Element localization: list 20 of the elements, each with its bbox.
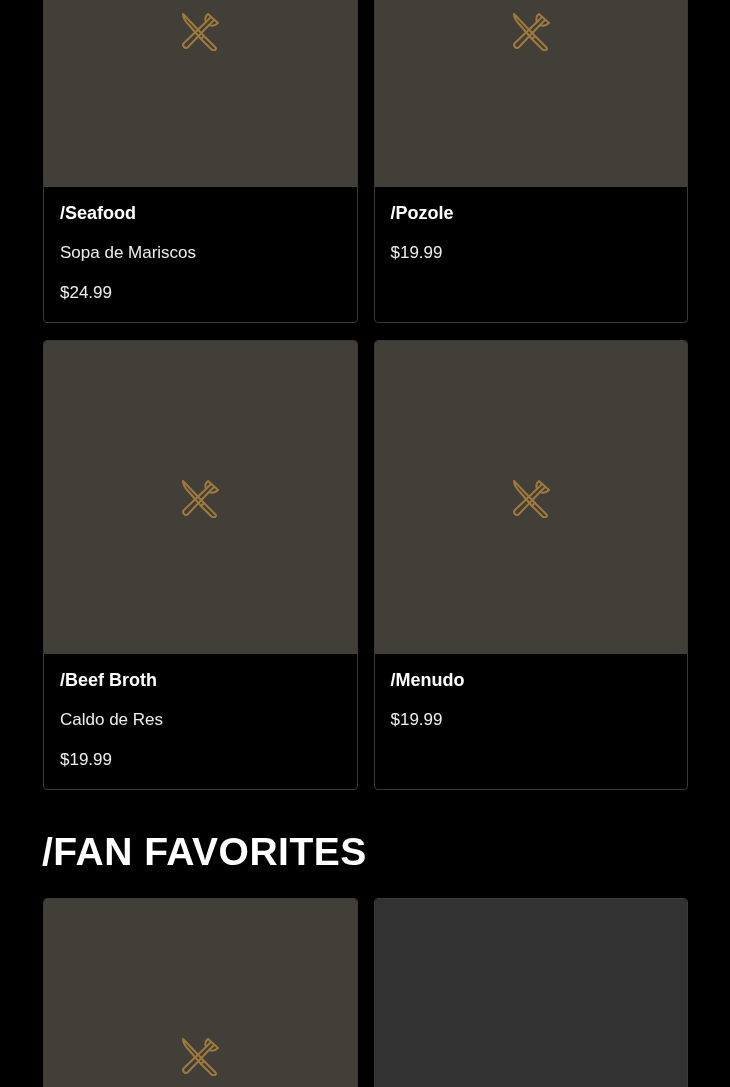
menu-card[interactable]: /Menudo $19.99 xyxy=(373,340,688,790)
fork-knife-icon xyxy=(510,10,551,51)
item-title: /Seafood xyxy=(60,202,137,224)
fork-knife-icon xyxy=(180,1035,221,1076)
menu-card[interactable]: /Seafood Sopa de Mariscos $24.99 xyxy=(43,0,358,323)
item-price: $19.99 xyxy=(60,749,113,771)
item-description: Caldo de Res xyxy=(60,709,164,731)
fork-knife-icon xyxy=(510,477,551,518)
item-description: Sopa de Mariscos xyxy=(60,242,198,264)
item-price: $19.99 xyxy=(390,709,444,731)
item-title: /Beef Broth xyxy=(60,669,158,691)
item-price: $19.99 xyxy=(390,242,444,264)
fork-knife-icon xyxy=(180,10,221,51)
menu-card[interactable]: /Beef Broth Caldo de Res $19.99 xyxy=(43,340,358,790)
item-price: $24.99 xyxy=(60,282,113,304)
item-title: /Menudo xyxy=(390,669,466,691)
menu-card[interactable]: /Pozole $19.99 xyxy=(373,0,688,323)
section-heading: /FAN FAVORITES xyxy=(42,829,368,875)
item-title: /Pozole xyxy=(390,202,455,224)
fork-knife-icon xyxy=(180,477,221,518)
